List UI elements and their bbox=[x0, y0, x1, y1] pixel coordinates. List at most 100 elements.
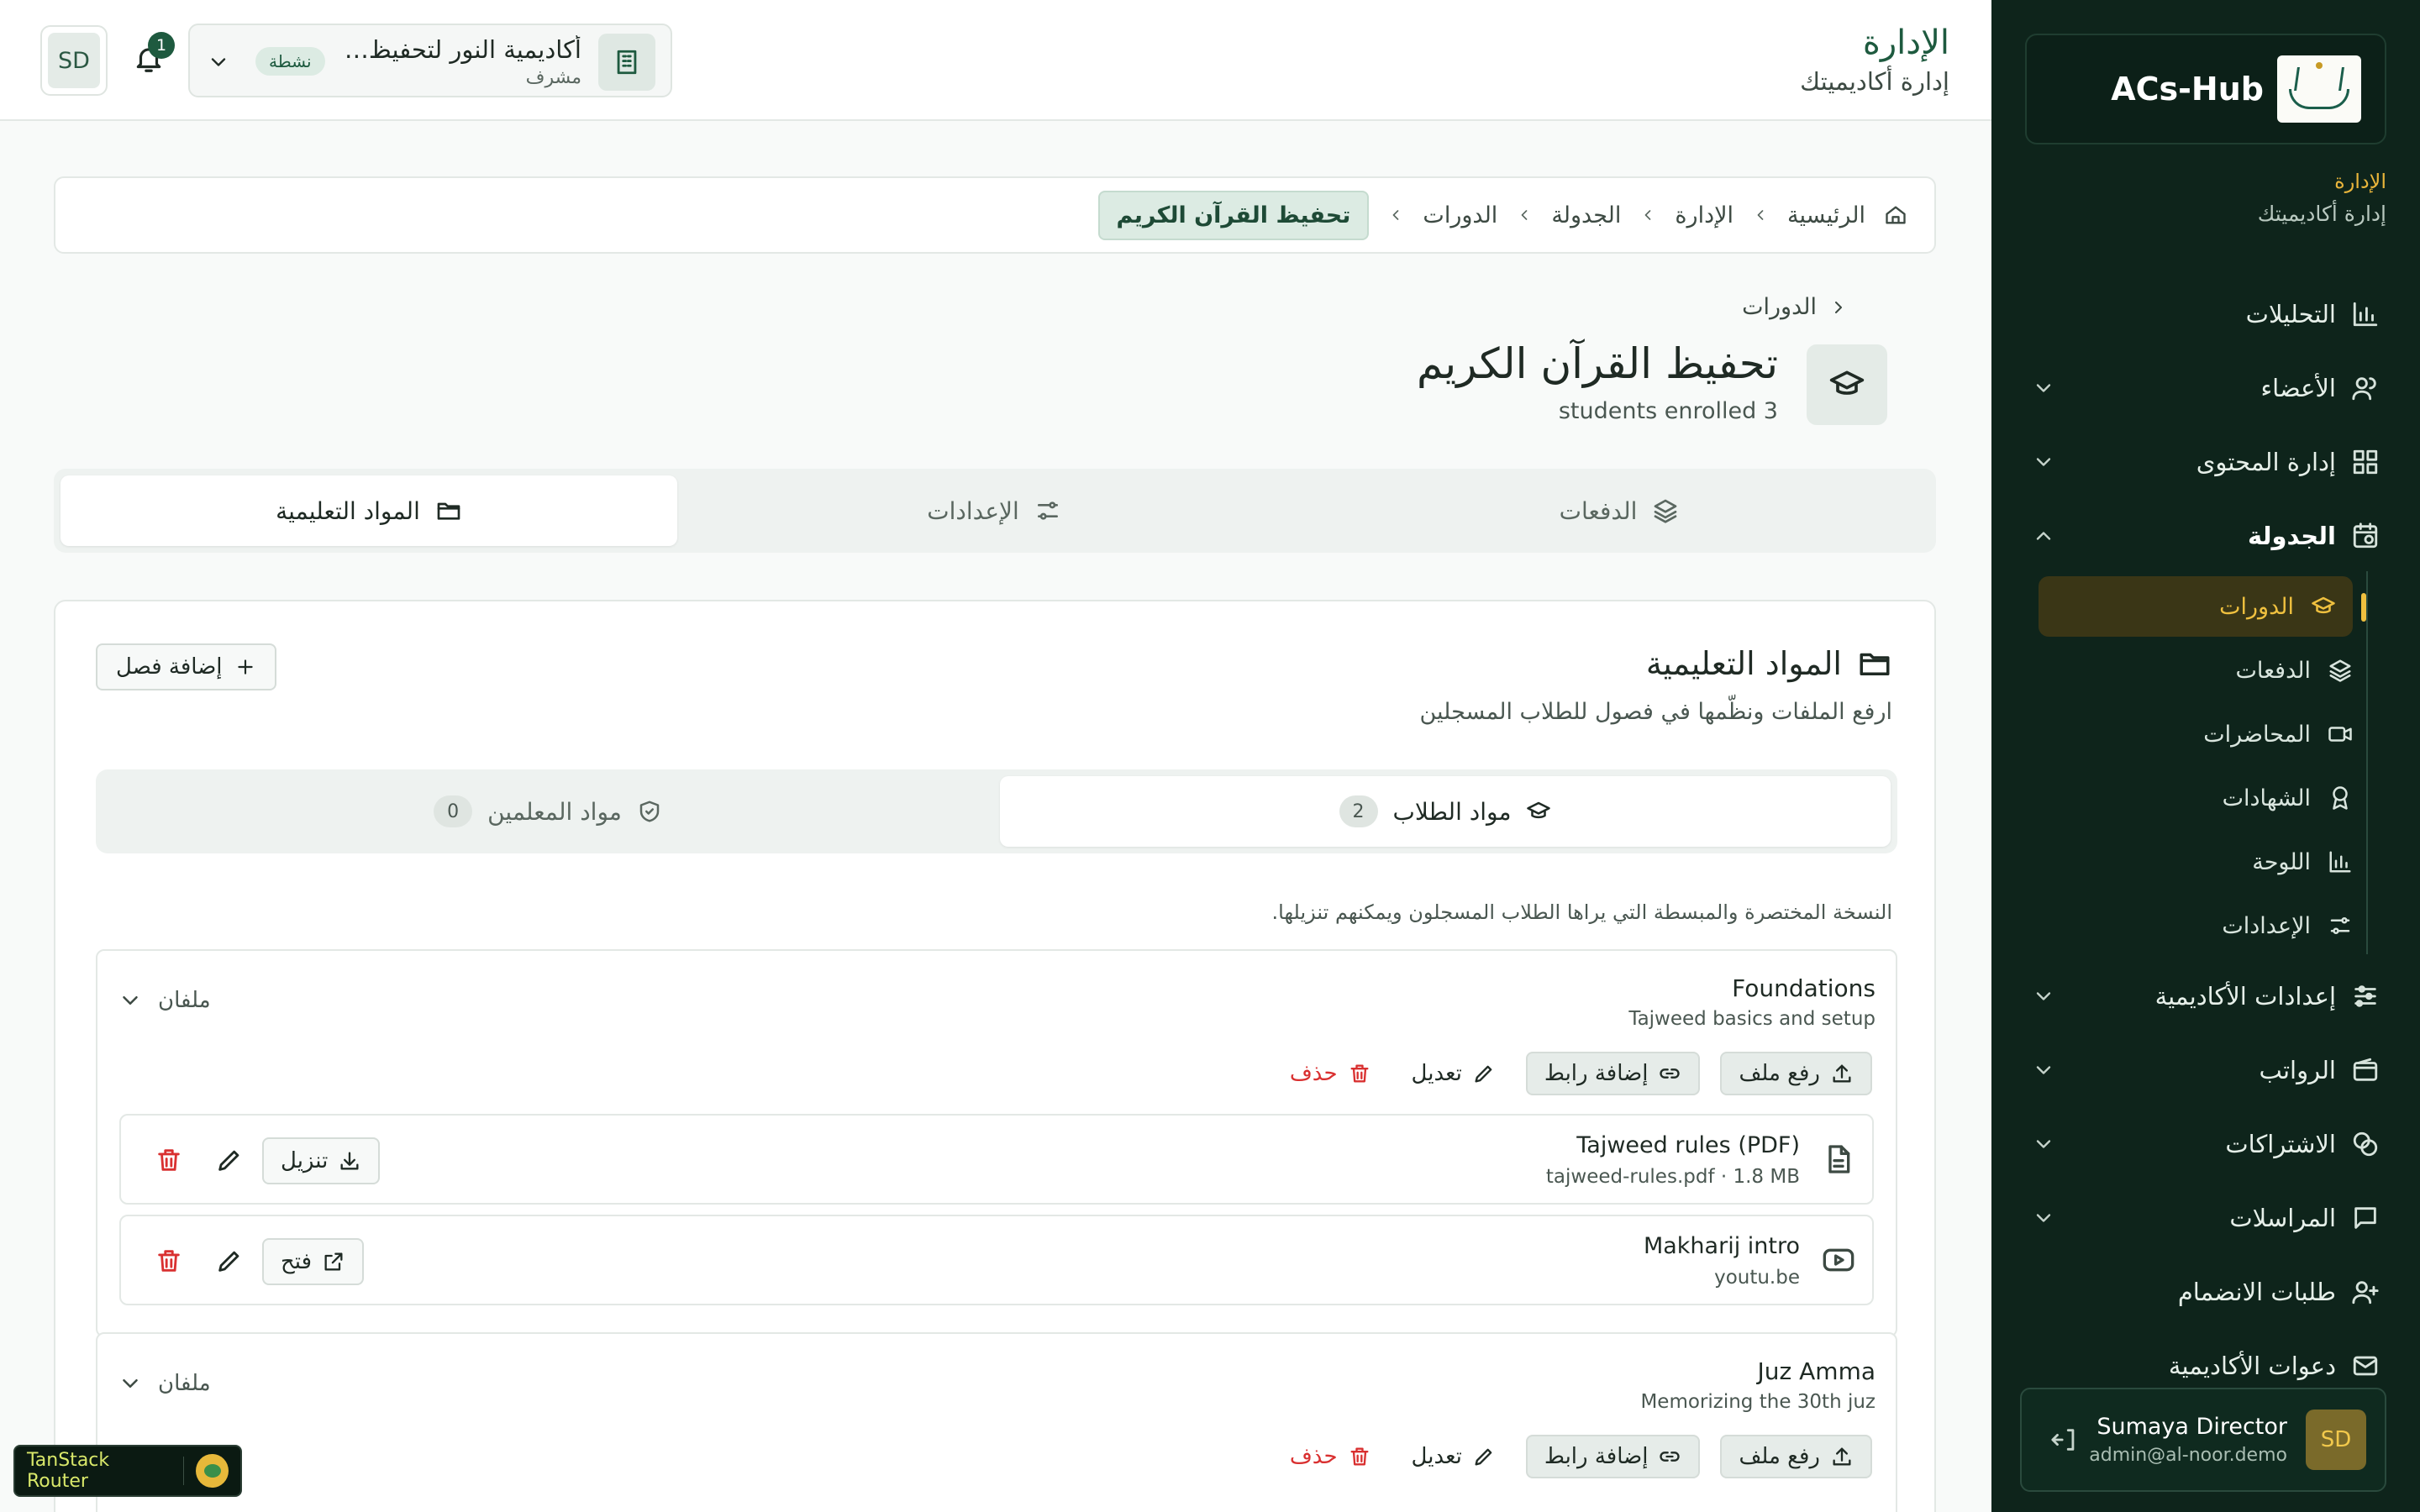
chevron-down-icon[interactable] bbox=[118, 1371, 143, 1396]
academy-switcher[interactable]: أكاديمية النور لتحفيظ القرآن مشرف نشطة bbox=[188, 24, 672, 97]
profile-button[interactable]: SD bbox=[40, 25, 108, 96]
back-link[interactable]: الدورات bbox=[1742, 294, 1849, 320]
sidebar-subitem-settings[interactable]: الإعدادات bbox=[2059, 895, 2370, 956]
sidebar-item-scheduling[interactable]: الجدولة bbox=[2032, 502, 2380, 570]
upload-file-button[interactable]: رفع ملف bbox=[1720, 1435, 1872, 1478]
breadcrumb-courses[interactable]: الدورات bbox=[1423, 202, 1497, 228]
top-bar: الإدارة إدارة أكاديميتك SD 1 أكاديمية ال… bbox=[0, 0, 1991, 121]
devtools-label: TanStack Router bbox=[27, 1450, 110, 1492]
sidebar-item-join-requests[interactable]: طلبات الانضمام bbox=[2032, 1258, 2380, 1326]
pencil-icon bbox=[1472, 1062, 1496, 1085]
add-chapter-button[interactable]: إضافة فصل bbox=[96, 643, 276, 690]
chevron-down-icon bbox=[2032, 1058, 2055, 1082]
link-icon bbox=[1658, 1062, 1681, 1085]
breadcrumb-current: تحفيظ القرآن الكريم bbox=[1097, 190, 1370, 240]
sidebar-item-academy-settings[interactable]: إعدادات الأكاديمية bbox=[2032, 963, 2380, 1030]
tab-materials[interactable]: المواد التعليمية bbox=[60, 475, 677, 546]
materials-title: المواد التعليمية bbox=[1645, 645, 1842, 682]
sidebar: ACs-Hub الإدارة إدارة أكاديميتك التحليلا… bbox=[1991, 0, 2420, 1512]
sidebar-item-subscriptions[interactable]: الاشتراكات bbox=[2032, 1110, 2380, 1178]
delete-chapter-button[interactable]: حذف bbox=[1280, 1435, 1381, 1478]
chapter-card: Juz Amma Memorizing the 30th juz ملفان ر… bbox=[96, 1332, 1897, 1512]
tab-student-materials[interactable]: مواد الطلاب 2 bbox=[1000, 776, 1891, 847]
chevron-up-icon bbox=[2032, 524, 2055, 548]
sidebar-item-content[interactable]: إدارة المحتوى bbox=[2032, 428, 2380, 496]
delete-label: حذف bbox=[1289, 1444, 1338, 1469]
add-chapter-label: إضافة فصل bbox=[116, 654, 223, 680]
sidebar-item-salaries[interactable]: الرواتب bbox=[2032, 1037, 2380, 1104]
breadcrumb-scheduling[interactable]: الجدولة bbox=[1551, 202, 1621, 228]
grid-icon bbox=[2351, 448, 2380, 476]
trash-icon[interactable] bbox=[155, 1146, 183, 1174]
edit-label: تعديل bbox=[1411, 1061, 1462, 1086]
sidebar-item-label: الرواتب bbox=[2259, 1056, 2336, 1084]
sidebar-item-label: إدارة المحتوى bbox=[2196, 448, 2336, 476]
course-tabs: المواد التعليمية الإعدادات الدفعات bbox=[54, 469, 1936, 553]
sidebar-subitem-courses[interactable]: الدورات bbox=[2039, 576, 2366, 637]
sidebar-subitem-certificates[interactable]: الشهادات bbox=[2059, 768, 2370, 828]
edit-chapter-button[interactable]: تعديل bbox=[1402, 1052, 1506, 1095]
sidebar-section-title: الإدارة bbox=[2334, 170, 2386, 193]
upload-file-button[interactable]: رفع ملف bbox=[1720, 1052, 1872, 1095]
sidebar-subitem-label: اللوحة bbox=[2252, 848, 2311, 875]
brand-card[interactable]: ACs-Hub bbox=[2025, 34, 2386, 144]
graduation-cap-icon bbox=[1526, 799, 1551, 824]
file-meta: tajweed-rules.pdf · 1.8 MB bbox=[1545, 1166, 1800, 1188]
sidebar-subitem-batches[interactable]: الدفعات bbox=[2059, 640, 2370, 701]
sidebar-subitem-lectures[interactable]: المحاضرات bbox=[2059, 704, 2370, 764]
course-enrollment-count: students enrolled 3 bbox=[1558, 398, 1778, 424]
sidebar-item-analytics[interactable]: التحليلات bbox=[2032, 281, 2380, 348]
academy-role: مشرف bbox=[525, 67, 581, 88]
user-card[interactable]: SD Sumaya Director admin@al-noor.demo bbox=[2020, 1388, 2386, 1492]
sidebar-subitem-label: الدورات bbox=[2219, 593, 2294, 620]
upload-file-label: رفع ملف bbox=[1739, 1444, 1820, 1469]
video-icon bbox=[2328, 722, 2353, 747]
tab-batches[interactable]: الدفعات bbox=[1311, 475, 1928, 546]
chevron-down-icon bbox=[2032, 984, 2055, 1008]
chapter-subtitle: Memorizing the 30th juz bbox=[1640, 1391, 1876, 1413]
youtube-icon bbox=[1822, 1243, 1855, 1277]
academy-logo bbox=[2277, 55, 2361, 123]
download-button[interactable]: تنزيل bbox=[262, 1137, 381, 1184]
sidebar-subitem-board[interactable]: اللوحة bbox=[2059, 832, 2370, 892]
file-name: Makharij intro bbox=[1643, 1233, 1800, 1259]
breadcrumb-home[interactable]: الرئيسية bbox=[1787, 202, 1865, 228]
add-link-button[interactable]: إضافة رابط bbox=[1525, 1052, 1701, 1095]
folder-icon bbox=[435, 497, 462, 524]
chevron-down-icon[interactable] bbox=[118, 988, 143, 1013]
page-title: الإدارة bbox=[1862, 24, 1949, 62]
open-link-button[interactable]: فتح bbox=[262, 1238, 365, 1285]
page-subtitle: إدارة أكاديميتك bbox=[1800, 67, 1949, 96]
sidebar-item-messages[interactable]: المراسلات bbox=[2032, 1184, 2380, 1252]
mail-icon bbox=[2351, 1352, 2380, 1380]
delete-chapter-button[interactable]: حذف bbox=[1280, 1052, 1381, 1095]
chevron-left-icon bbox=[1639, 207, 1656, 223]
divider bbox=[182, 1457, 185, 1485]
chapter-card: Foundations Tajweed basics and setup ملف… bbox=[96, 949, 1897, 1337]
chevron-right-icon bbox=[1828, 297, 1849, 318]
breadcrumb-admin[interactable]: الإدارة bbox=[1675, 202, 1733, 228]
count-badge: 0 bbox=[434, 795, 473, 827]
add-link-label: إضافة رابط bbox=[1544, 1444, 1649, 1469]
pencil-icon[interactable] bbox=[215, 1146, 244, 1174]
message-icon bbox=[2351, 1204, 2380, 1232]
sidebar-item-members[interactable]: الأعضاء bbox=[2032, 354, 2380, 422]
course-icon bbox=[1807, 344, 1887, 425]
trash-icon[interactable] bbox=[155, 1247, 183, 1275]
logout-icon[interactable] bbox=[2050, 1425, 2079, 1454]
chevron-left-icon bbox=[1752, 207, 1769, 223]
chevron-left-icon bbox=[1516, 207, 1533, 223]
download-icon bbox=[338, 1149, 361, 1173]
user-plus-icon bbox=[2351, 1278, 2380, 1306]
tab-teacher-materials[interactable]: مواد المعلمين 0 bbox=[103, 776, 993, 847]
wallet-icon bbox=[2351, 1056, 2380, 1084]
pencil-icon bbox=[1472, 1445, 1496, 1468]
edit-chapter-button[interactable]: تعديل bbox=[1402, 1435, 1506, 1478]
plus-icon bbox=[234, 656, 256, 678]
chapter-subtitle: Tajweed basics and setup bbox=[1628, 1008, 1876, 1030]
tab-settings[interactable]: الإعدادات bbox=[686, 475, 1302, 546]
pencil-icon[interactable] bbox=[215, 1247, 244, 1275]
router-devtools-toggle[interactable]: TanStack Router bbox=[13, 1445, 242, 1497]
add-link-button[interactable]: إضافة رابط bbox=[1525, 1435, 1701, 1478]
sidebar-section-subtitle: إدارة أكاديميتك bbox=[2257, 202, 2386, 226]
